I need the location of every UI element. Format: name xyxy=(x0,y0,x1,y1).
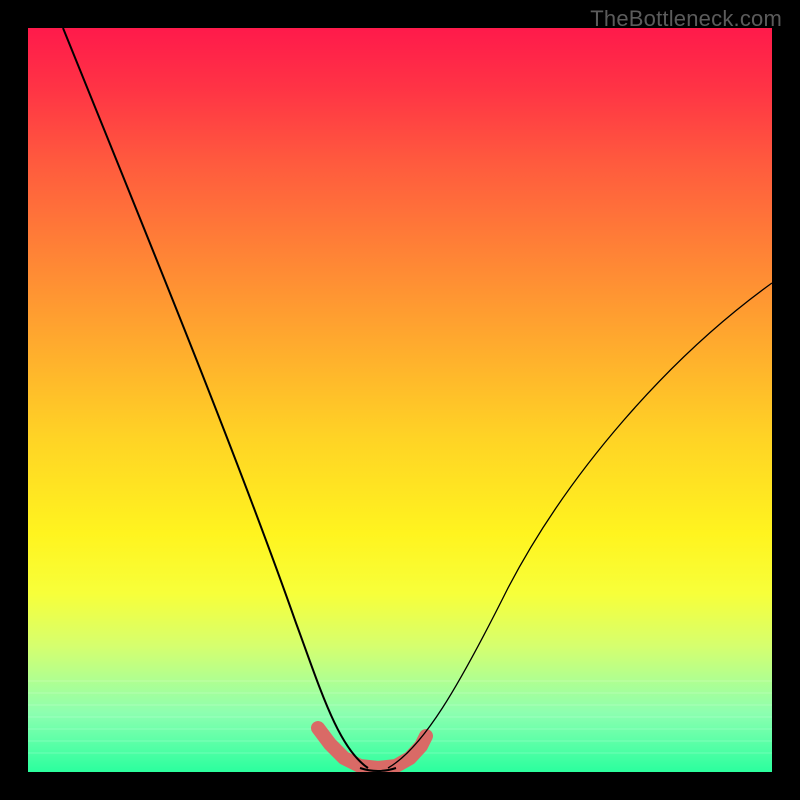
chart-frame: TheBottleneck.com xyxy=(0,0,800,800)
plot-area xyxy=(28,28,772,772)
watermark-text: TheBottleneck.com xyxy=(590,6,782,32)
curve-right xyxy=(388,283,772,768)
curve-left xyxy=(63,28,368,768)
valley-highlight xyxy=(318,728,426,768)
chart-svg xyxy=(28,28,772,772)
